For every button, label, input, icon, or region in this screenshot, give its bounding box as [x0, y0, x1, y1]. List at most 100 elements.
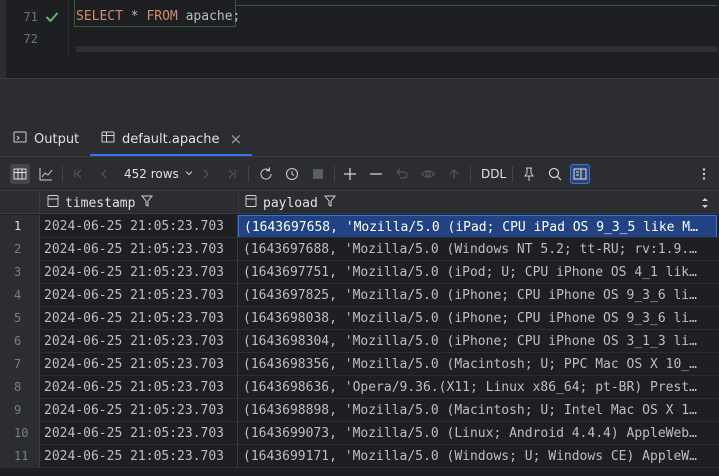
add-row-icon[interactable] [340, 164, 360, 184]
value-viewer-icon[interactable] [570, 164, 590, 184]
column-separator [39, 192, 40, 214]
toolbar-separator [334, 166, 335, 182]
tab-default-apache[interactable]: default.apache × [90, 122, 253, 156]
first-page-icon[interactable] [68, 164, 88, 184]
grid-header: timestamp payload [0, 192, 719, 214]
chart-view-icon[interactable] [36, 164, 56, 184]
table-row[interactable]: 10 2024-06-25 21:05:23.703 (1643699073, 'M… [0, 422, 719, 445]
auto-refresh-icon[interactable] [282, 164, 302, 184]
cell-timestamp[interactable]: 2024-06-25 21:05:23.703 [40, 330, 238, 353]
next-page-icon[interactable] [196, 164, 216, 184]
row-count-selector[interactable]: 452 rows [124, 157, 194, 191]
sql-code[interactable]: SELECT * FROM apache; [76, 6, 240, 28]
table-row[interactable]: 6 2024-06-25 21:05:23.703 (1643698304, 'Mo… [0, 330, 719, 353]
cell-payload[interactable]: (1643698898, 'Mozilla/5.0 (Macintosh; U;… [238, 399, 717, 422]
cell-timestamp[interactable]: 2024-06-25 21:05:23.703 [40, 399, 238, 422]
row-count-label: 452 rows [124, 167, 179, 181]
cell-payload[interactable]: (1643698636, 'Opera/9.36.(X11; Linux x86… [238, 376, 717, 399]
services-panel: Output default.apache × 452 rows DDL tim… [0, 78, 719, 476]
filter-icon[interactable] [323, 194, 337, 212]
column-icon [244, 194, 258, 212]
editor-line[interactable]: 71 SELECT * FROM apache; [6, 6, 719, 28]
row-number[interactable]: 6 [0, 330, 40, 353]
table-icon [100, 129, 116, 149]
stop-icon[interactable] [308, 164, 328, 184]
toolbar-separator [470, 166, 471, 182]
table-row[interactable]: 9 2024-06-25 21:05:23.703 (1643698898, 'Mo… [0, 399, 719, 422]
previous-page-icon[interactable] [94, 164, 114, 184]
result-tabs: Output default.apache × [0, 122, 719, 156]
row-number[interactable]: 8 [0, 376, 40, 399]
row-number[interactable]: 7 [0, 353, 40, 376]
table-row[interactable]: 4 2024-06-25 21:05:23.703 (1643697825, 'Mo… [0, 284, 719, 307]
refresh-icon[interactable] [256, 164, 276, 184]
cell-payload[interactable]: (1643697688, 'Mozilla/5.0 (Windows NT 5.… [238, 238, 717, 261]
cell-payload[interactable]: (1643697658, 'Mozilla/5.0 (iPad; CPU iPa… [238, 215, 717, 238]
cell-timestamp[interactable]: 2024-06-25 21:05:23.703 [40, 284, 238, 307]
row-number[interactable]: 1 [0, 215, 40, 238]
table-row[interactable]: 11 2024-06-25 21:05:23.703 (1643699171, 'M… [0, 445, 719, 468]
cell-payload[interactable]: (1643698356, 'Mozilla/5.0 (Macintosh; U;… [238, 353, 717, 376]
ddl-button[interactable]: DDL [481, 157, 506, 191]
column-name: payload [263, 195, 318, 211]
cell-payload[interactable]: (1643697751, 'Mozilla/5.0 (iPod; U; CPU … [238, 261, 717, 284]
tab-output[interactable]: Output [12, 122, 79, 156]
toolbar-separator [248, 166, 249, 182]
cell-timestamp[interactable]: 2024-06-25 21:05:23.703 [40, 261, 238, 284]
preview-changes-icon[interactable] [418, 164, 438, 184]
table-row[interactable]: 1 2024-06-25 21:05:23.703 (1643697658, 'Mo… [0, 215, 719, 238]
row-number[interactable]: 5 [0, 307, 40, 330]
revert-icon[interactable] [392, 164, 412, 184]
row-number[interactable]: 4 [0, 284, 40, 307]
column-name: timestamp [65, 195, 136, 211]
last-page-icon[interactable] [222, 164, 242, 184]
editor-horizontal-scrollbar[interactable] [76, 46, 717, 52]
line-number: 71 [23, 10, 38, 24]
tab-label: Output [34, 131, 80, 147]
cell-timestamp[interactable]: 2024-06-25 21:05:23.703 [40, 353, 238, 376]
column-sort-icon[interactable] [700, 192, 710, 214]
output-icon [12, 129, 28, 149]
table-row[interactable]: 8 2024-06-25 21:05:23.703 (1643698636, 'Op… [0, 376, 719, 399]
table-row[interactable]: 5 2024-06-25 21:05:23.703 (1643698038, 'Mo… [0, 307, 719, 330]
row-number[interactable]: 2 [0, 238, 40, 261]
column-separator [238, 192, 239, 214]
table-row[interactable]: 3 2024-06-25 21:05:23.703 (1643697751, 'Mo… [0, 261, 719, 284]
cell-timestamp[interactable]: 2024-06-25 21:05:23.703 [40, 376, 238, 399]
table-row[interactable]: 7 2024-06-25 21:05:23.703 (1643698356, 'Mo… [0, 353, 719, 376]
row-number[interactable]: 11 [0, 445, 40, 468]
grid-toolbar: 452 rows DDL [0, 157, 719, 191]
cell-timestamp[interactable]: 2024-06-25 21:05:23.703 [40, 307, 238, 330]
cell-payload[interactable]: (1643698304, 'Mozilla/5.0 (iPhone; CPU i… [238, 330, 717, 353]
more-options-icon[interactable] [694, 164, 714, 184]
cell-payload[interactable]: (1643697825, 'Mozilla/5.0 (iPhone; CPU i… [238, 284, 717, 307]
table-view-icon[interactable] [10, 164, 30, 184]
cell-payload[interactable]: (1643699073, 'Mozilla/5.0 (Linux; Androi… [238, 422, 717, 445]
row-number[interactable]: 10 [0, 422, 40, 445]
row-number[interactable]: 3 [0, 261, 40, 284]
line-number: 72 [23, 32, 38, 46]
result-grid[interactable]: timestamp payload 1 2024-06-25 21:05:23.7… [0, 192, 719, 476]
column-header-timestamp[interactable]: timestamp [46, 192, 154, 214]
row-divider [40, 467, 719, 468]
pin-icon[interactable] [519, 164, 539, 184]
column-header-payload[interactable]: payload [244, 192, 337, 214]
chevron-down-icon [184, 167, 194, 181]
column-icon [46, 194, 60, 212]
submit-icon[interactable] [444, 164, 464, 184]
tab-label: default.apache [122, 131, 220, 147]
table-row[interactable]: 2 2024-06-25 21:05:23.703 (1643697688, 'Mo… [0, 238, 719, 261]
cell-payload[interactable]: (1643698038, 'Mozilla/5.0 (iPhone; CPU i… [238, 307, 717, 330]
sql-editor[interactable]: 71 SELECT * FROM apache; 72 [0, 0, 719, 78]
row-number[interactable]: 9 [0, 399, 40, 422]
delete-row-icon[interactable] [366, 164, 386, 184]
search-icon[interactable] [545, 164, 565, 184]
cell-timestamp[interactable]: 2024-06-25 21:05:23.703 [40, 238, 238, 261]
cell-timestamp[interactable]: 2024-06-25 21:05:23.703 [40, 445, 238, 468]
toolbar-separator [512, 166, 513, 182]
filter-icon[interactable] [140, 194, 154, 212]
cell-payload[interactable]: (1643699171, 'Mozilla/5.0 (Windows; U; W… [238, 445, 717, 468]
cell-timestamp[interactable]: 2024-06-25 21:05:23.703 [40, 215, 238, 238]
cell-timestamp[interactable]: 2024-06-25 21:05:23.703 [40, 422, 238, 445]
close-icon[interactable]: × [229, 130, 242, 148]
